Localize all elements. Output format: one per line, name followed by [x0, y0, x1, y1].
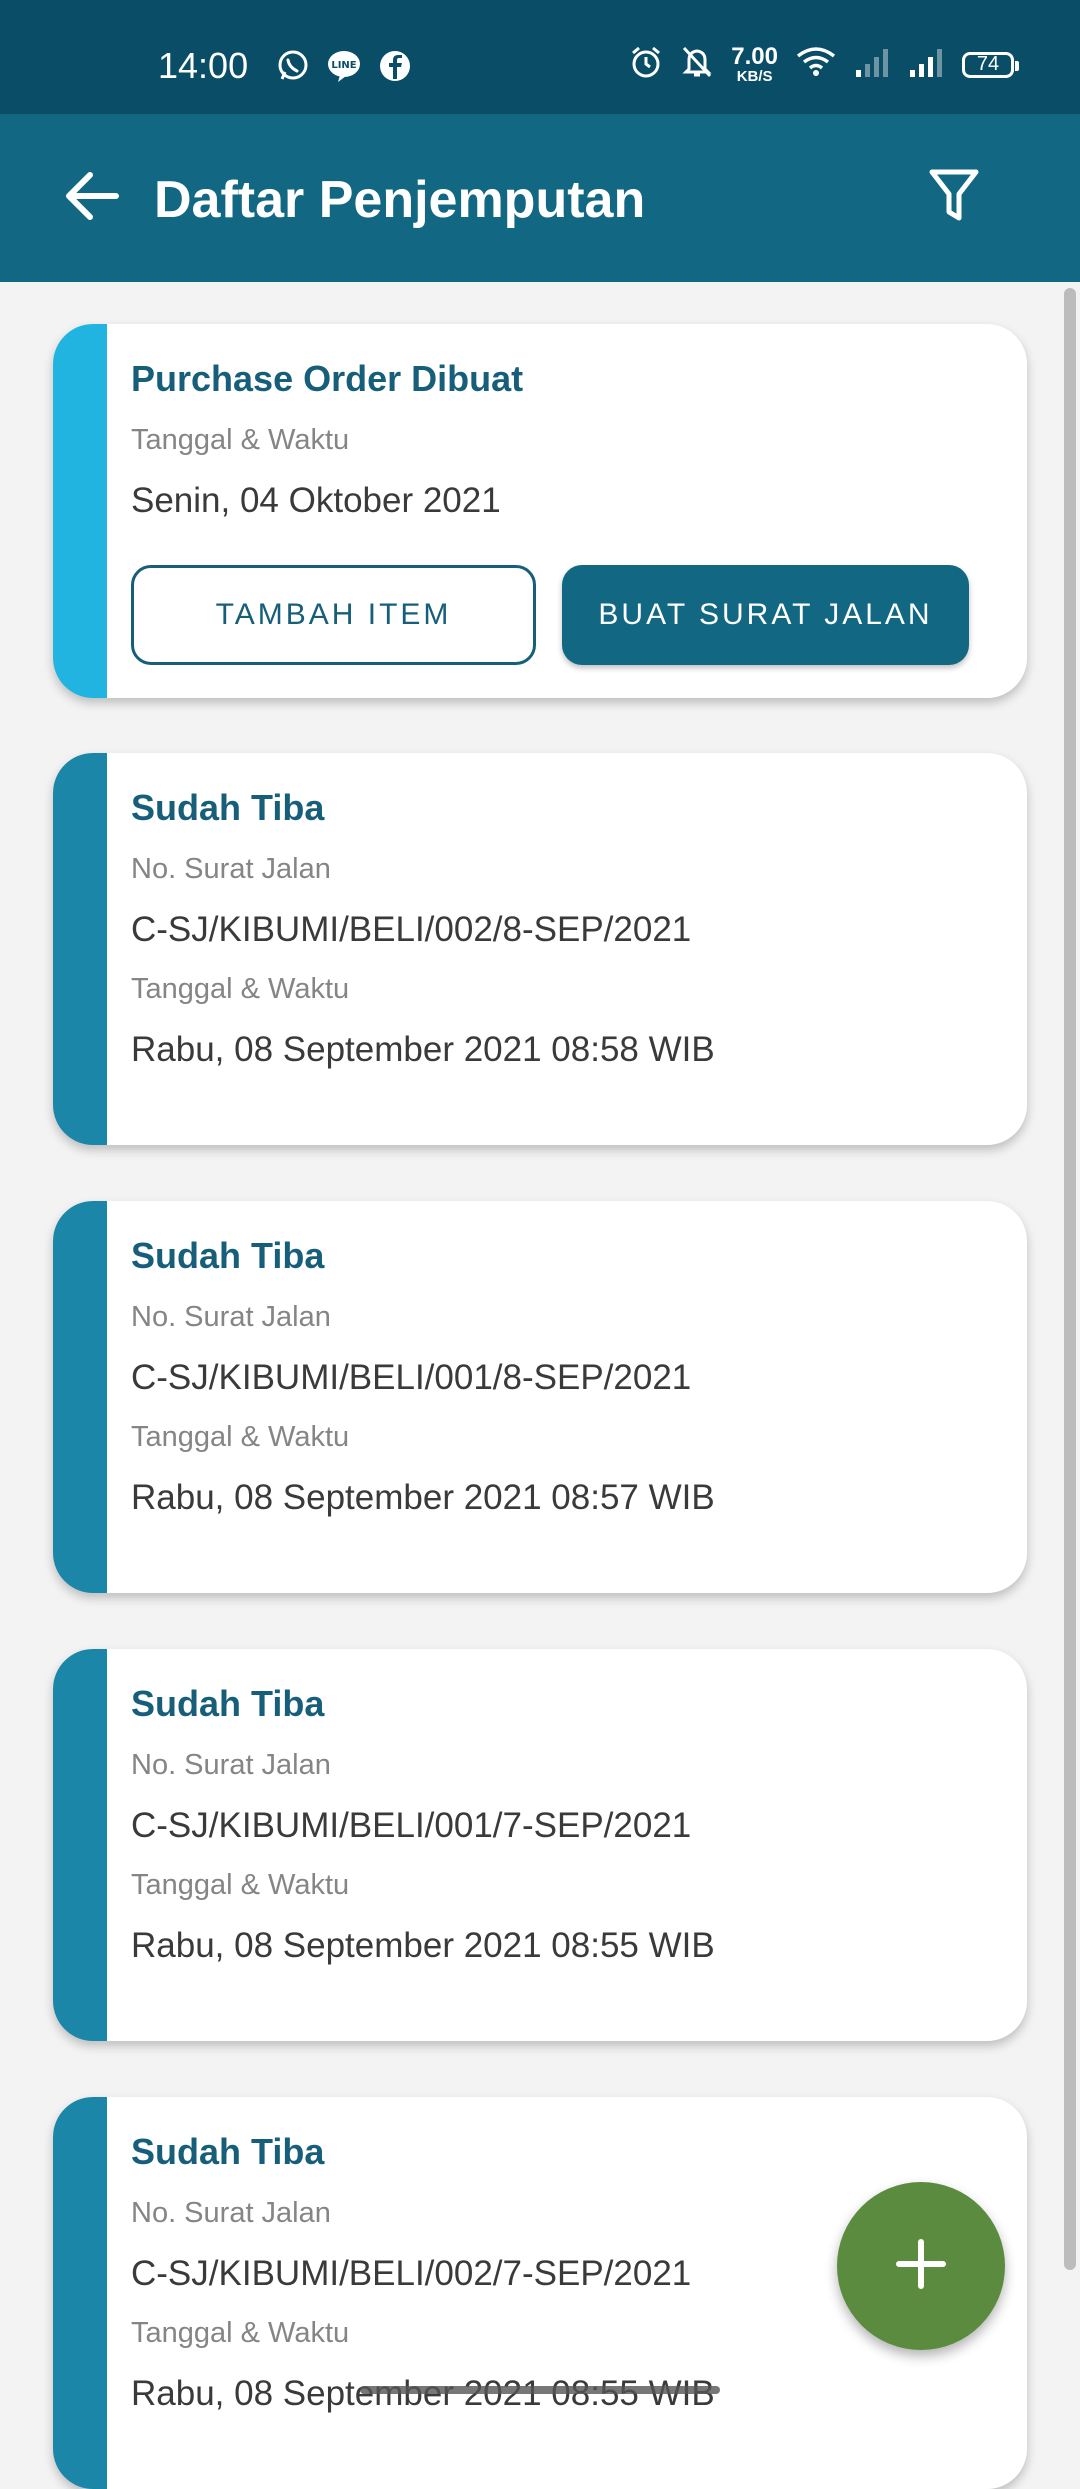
- plus-icon: [893, 2236, 949, 2297]
- back-button[interactable]: [60, 166, 124, 230]
- app-bar: Daftar Penjemputan: [0, 114, 1080, 282]
- line-icon: LINE: [326, 49, 362, 88]
- doc-number-label: No. Surat Jalan: [131, 1301, 331, 1333]
- date-value: Senin, 04 Oktober 2021: [131, 481, 501, 520]
- date-value: Rabu, 08 September 2021 08:57 WIB: [131, 1478, 715, 1517]
- network-speed: 7.00 KB/S: [731, 43, 778, 85]
- status-time: 14:00: [158, 45, 249, 86]
- bell-off-icon: [681, 45, 713, 84]
- card-accent-bar: [53, 753, 107, 1145]
- pickup-card[interactable]: Purchase Order Dibuat Tanggal & Waktu Se…: [53, 324, 1027, 698]
- pickup-card[interactable]: Sudah Tiba No. Surat Jalan C-SJ/KIBUMI/B…: [53, 1201, 1027, 1593]
- card-accent-bar: [53, 2097, 107, 2489]
- speed-value: 7.00: [731, 43, 778, 70]
- date-label: Tanggal & Waktu: [131, 973, 350, 1005]
- filter-icon: [928, 168, 980, 229]
- date-label: Tanggal & Waktu: [131, 1421, 350, 1453]
- status-bar: 14:00 LINE 7.00 KB/S 74: [0, 0, 1080, 114]
- doc-number-label: No. Surat Jalan: [131, 1749, 331, 1781]
- date-label: Tanggal & Waktu: [131, 1869, 350, 1901]
- page-title: Daftar Penjemputan: [154, 171, 646, 229]
- signal-icon: [908, 46, 944, 83]
- card-status: Purchase Order Dibuat: [131, 358, 524, 399]
- date-value: Rabu, 08 September 2021 08:55 WIB: [131, 2374, 715, 2413]
- card-status: Sudah Tiba: [131, 2131, 325, 2172]
- add-pickup-button[interactable]: [837, 2182, 1005, 2350]
- doc-number-value: C-SJ/KIBUMI/BELI/002/7-SEP/2021: [131, 2254, 692, 2293]
- alarm-icon: [629, 45, 663, 84]
- notification-icons: LINE: [276, 49, 412, 88]
- date-label: Tanggal & Waktu: [131, 424, 350, 456]
- whatsapp-icon: [276, 49, 310, 88]
- card-status: Sudah Tiba: [131, 787, 325, 828]
- add-item-button[interactable]: TAMBAH ITEM: [131, 565, 536, 665]
- battery-indicator: 74: [962, 51, 1019, 78]
- doc-number-label: No. Surat Jalan: [131, 853, 331, 885]
- create-delivery-letter-button[interactable]: BUAT SURAT JALAN: [562, 565, 969, 665]
- card-status: Sudah Tiba: [131, 1235, 325, 1276]
- wifi-icon: [796, 46, 836, 83]
- doc-number-label: No. Surat Jalan: [131, 2197, 331, 2229]
- speed-unit: KB/S: [736, 68, 773, 85]
- pickup-card[interactable]: Sudah Tiba No. Surat Jalan C-SJ/KIBUMI/B…: [53, 1649, 1027, 2041]
- date-value: Rabu, 08 September 2021 08:58 WIB: [131, 1030, 715, 1069]
- doc-number-value: C-SJ/KIBUMI/BELI/001/7-SEP/2021: [131, 1806, 692, 1845]
- gesture-nav-handle[interactable]: [360, 2386, 720, 2394]
- signal-weak-icon: [854, 46, 890, 83]
- date-value: Rabu, 08 September 2021 08:55 WIB: [131, 1926, 715, 1965]
- filter-button[interactable]: [922, 166, 986, 230]
- facebook-icon: [378, 49, 412, 88]
- card-accent-bar: [53, 1201, 107, 1593]
- date-label: Tanggal & Waktu: [131, 2317, 350, 2349]
- card-status: Sudah Tiba: [131, 1683, 325, 1724]
- scrollbar[interactable]: [1064, 288, 1076, 2270]
- svg-text:LINE: LINE: [331, 60, 356, 71]
- doc-number-value: C-SJ/KIBUMI/BELI/001/8-SEP/2021: [131, 1358, 692, 1397]
- doc-number-value: C-SJ/KIBUMI/BELI/002/8-SEP/2021: [131, 910, 692, 949]
- card-accent-bar: [53, 324, 107, 698]
- arrow-left-icon: [64, 171, 120, 226]
- system-icons: 7.00 KB/S 74: [629, 43, 1019, 85]
- pickup-card[interactable]: Sudah Tiba No. Surat Jalan C-SJ/KIBUMI/B…: [53, 753, 1027, 1145]
- card-accent-bar: [53, 1649, 107, 2041]
